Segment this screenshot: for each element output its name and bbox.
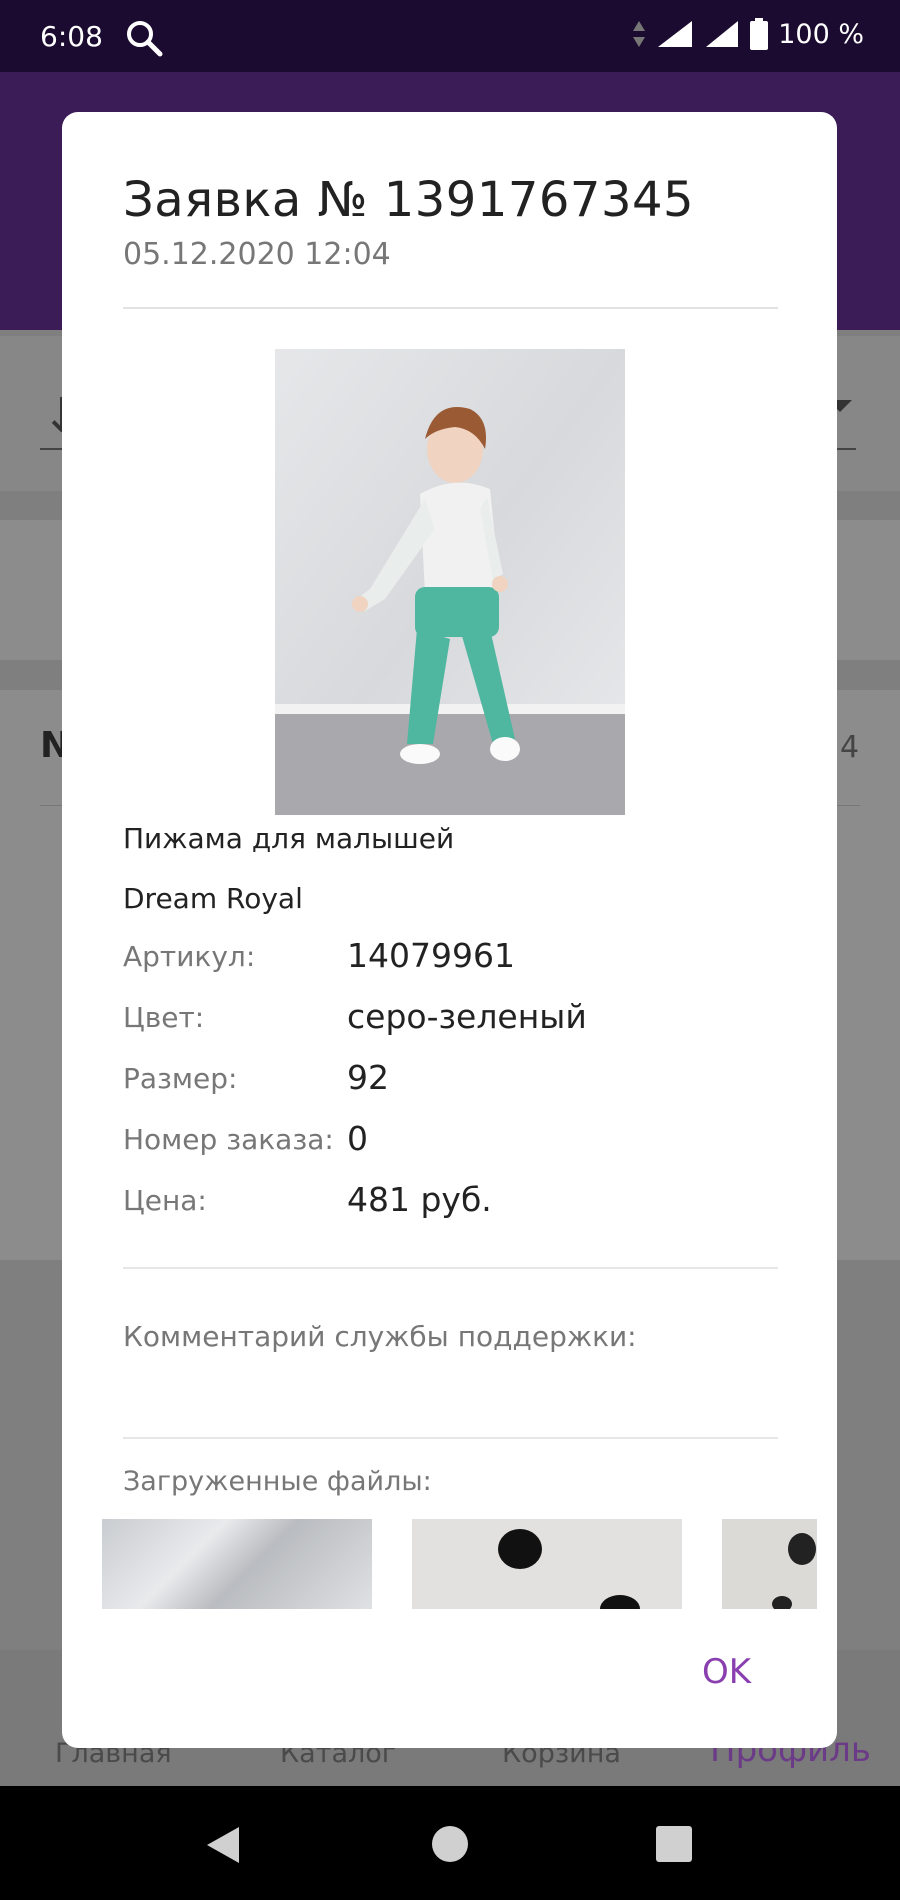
battery-percent: 100 % [778,18,864,50]
data-arrows-icon [633,21,646,47]
field-value-color: серо-зеленый [347,997,587,1036]
search-icon [127,21,163,57]
divider [123,1267,778,1269]
back-icon[interactable] [205,1825,241,1865]
field-label-order-number: Номер заказа: [123,1123,334,1156]
divider [123,307,778,309]
field-label-price: Цена: [123,1184,207,1217]
order-request-dialog: Заявка № 1391767345 05.12.2020 12:04 Пиж… [62,112,837,1748]
signal-icon [658,21,693,47]
product-name: Пижама для малышей [123,822,455,855]
field-label-color: Цвет: [123,1001,205,1034]
status-bar: 6:08 100 % [0,0,900,72]
signal-icon-2 [706,21,739,47]
field-label-size: Размер: [123,1062,238,1095]
ok-button[interactable]: OK [702,1652,751,1692]
uploaded-files-label: Загруженные файлы: [123,1466,432,1497]
status-time: 6:08 [40,20,103,53]
uploaded-file-thumbnail[interactable] [722,1519,817,1609]
field-label-article: Артикул: [123,940,256,973]
field-value-size: 92 [347,1058,389,1097]
uploaded-file-thumbnail[interactable] [102,1519,372,1609]
support-comment-label: Комментарий службы поддержки: [123,1320,637,1353]
divider [123,1437,778,1439]
dialog-title: Заявка № 1391767345 [123,172,695,228]
uploaded-files-list[interactable] [102,1519,817,1609]
recent-apps-icon[interactable] [656,1826,692,1862]
uploaded-file-thumbnail[interactable] [412,1519,682,1609]
battery-icon [750,18,769,50]
dialog-date: 05.12.2020 12:04 [123,237,391,272]
field-value-order-number: 0 [347,1119,368,1158]
product-brand: Dream Royal [123,882,303,915]
product-photo [275,349,625,815]
background-count: 4 [840,730,860,765]
home-icon[interactable] [432,1826,468,1862]
field-value-price: 481 руб. [347,1180,492,1219]
field-value-article: 14079961 [347,936,515,975]
